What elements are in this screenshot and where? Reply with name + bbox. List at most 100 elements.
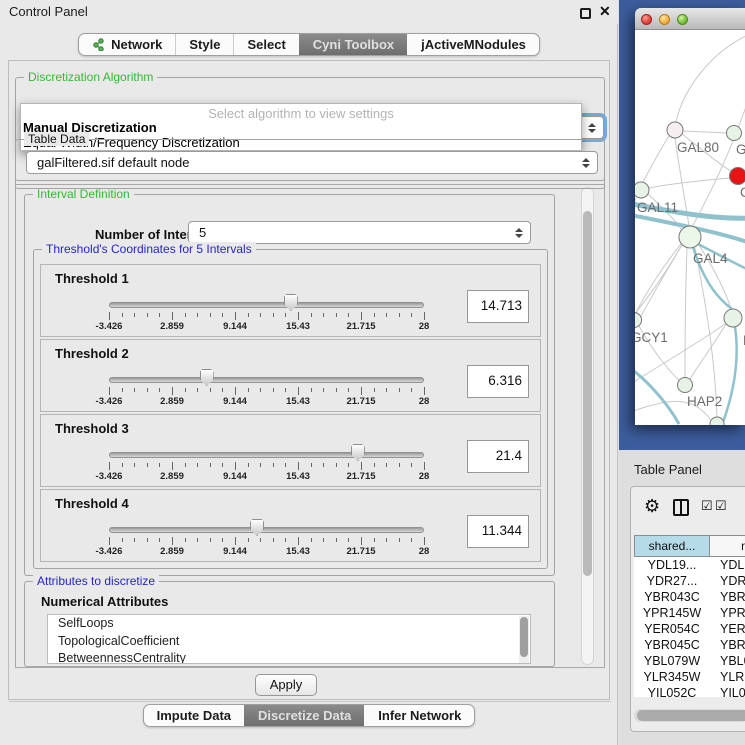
- threshold-1-slider-thumb[interactable]: [284, 294, 298, 311]
- slider-scale-labels: -3.4262.8599.14415.4321.71528: [109, 546, 424, 558]
- table-cell: YER0: [710, 621, 745, 637]
- network-edge[interactable]: [695, 248, 717, 417]
- column-header-shared-name[interactable]: shared...: [634, 535, 710, 557]
- table-data-combobox[interactable]: galFiltered.sif default node: [26, 151, 598, 174]
- gear-icon[interactable]: ⚙: [644, 496, 660, 517]
- tab-infer-network[interactable]: Infer Network: [364, 705, 474, 726]
- network-node[interactable]: [635, 182, 649, 198]
- close-traffic-light-icon[interactable]: [641, 14, 652, 25]
- number-of-intervals-combobox[interactable]: 5: [188, 221, 531, 244]
- network-edge[interactable]: [636, 244, 681, 313]
- float-icon[interactable]: [580, 8, 591, 19]
- checkbox-icon[interactable]: ☑: [701, 498, 713, 514]
- threshold-4-slider-track[interactable]: [109, 527, 424, 533]
- network-node[interactable]: [727, 126, 742, 141]
- threshold-1-value-field[interactable]: 14.713: [467, 290, 529, 323]
- table-row[interactable]: YBL079WYBL0: [634, 653, 745, 669]
- tab-discretize-data[interactable]: Discretize Data: [244, 705, 364, 726]
- list-item[interactable]: TopologicalCoefficient: [48, 633, 530, 651]
- network-window-titlebar[interactable]: [635, 8, 745, 30]
- table-horizontal-scrollbar[interactable]: [634, 709, 745, 722]
- checkbox-icon[interactable]: ☑: [715, 498, 727, 514]
- threshold-3-block: Threshold 3 -3.4262.8599.14415.4321.7152…: [40, 414, 541, 487]
- table-row[interactable]: YIL052CYIL0: [634, 685, 745, 697]
- stepper-icon: [581, 156, 591, 170]
- table-cell: YBR0: [710, 589, 745, 605]
- threshold-4-value-field[interactable]: 11.344: [467, 515, 529, 548]
- threshold-2-slider-thumb[interactable]: [200, 369, 214, 386]
- network-edge[interactable]: [649, 178, 730, 188]
- network-node-label: GAL11: [637, 200, 678, 215]
- list-item[interactable]: SelfLoops: [48, 615, 530, 633]
- network-node[interactable]: [679, 226, 701, 248]
- zoom-traffic-light-icon[interactable]: [677, 14, 688, 25]
- attributes-group: Attributes to discretize Numerical Attri…: [24, 581, 555, 667]
- settings-scrollbar[interactable]: [581, 187, 594, 665]
- tab-jactivemnodules[interactable]: jActiveMNodules: [407, 34, 539, 55]
- tab-label: Cyni Toolbox: [313, 37, 394, 52]
- threshold-1-label: Threshold 1: [55, 271, 129, 286]
- tab-network[interactable]: Network: [79, 34, 175, 55]
- table-row[interactable]: YLR345WYLR3: [634, 669, 745, 685]
- column-header-name[interactable]: n: [710, 535, 745, 557]
- network-edge[interactable]: [683, 131, 727, 133]
- list-scrollbar[interactable]: [519, 616, 529, 664]
- tab-cyni-toolbox[interactable]: Cyni Toolbox: [299, 34, 407, 55]
- split-pane-icon[interactable]: [673, 499, 689, 516]
- table-row[interactable]: YDR27...YDR2: [634, 573, 745, 589]
- minimize-traffic-light-icon[interactable]: [659, 14, 670, 25]
- network-node[interactable]: [724, 309, 742, 327]
- tab-label: Impute Data: [157, 708, 231, 723]
- bottom-tab-group: Impute Data Discretize Data Infer Networ…: [143, 704, 476, 727]
- threshold-3-value-field[interactable]: 21.4: [467, 440, 529, 473]
- threshold-2-value-field[interactable]: 6.316: [467, 365, 529, 398]
- threshold-4-slider-thumb[interactable]: [250, 519, 264, 536]
- table-row[interactable]: YBR043CYBR0: [634, 589, 745, 605]
- threshold-2-slider-track[interactable]: [109, 377, 424, 383]
- thresholds-group-title: Threshold's Coordinates for 5 Intervals: [42, 242, 256, 256]
- stepper-icon: [514, 226, 524, 240]
- settings-scrollbar-thumb[interactable]: [583, 211, 592, 576]
- network-edge[interactable]: [676, 34, 745, 122]
- network-edge[interactable]: [635, 362, 679, 424]
- network-node[interactable]: [678, 378, 693, 393]
- threshold-1-slider-track[interactable]: [109, 302, 424, 308]
- tab-label: Select: [247, 37, 285, 52]
- slider-ticks: [109, 312, 424, 321]
- table-horizontal-scrollbar-thumb[interactable]: [637, 710, 745, 721]
- network-canvas[interactable]: GAL80GACGAL11GAL4GCY1HHAP2: [635, 30, 745, 425]
- network-node-label: GCY1: [635, 330, 668, 345]
- network-node[interactable]: [710, 417, 724, 425]
- tab-impute-data[interactable]: Impute Data: [144, 705, 244, 726]
- threshold-4-label: Threshold 4: [55, 496, 129, 511]
- tab-label: jActiveMNodules: [421, 37, 526, 52]
- threshold-3-slider-thumb[interactable]: [351, 444, 365, 461]
- list-item[interactable]: BetweennessCentrality: [48, 650, 530, 664]
- network-edge[interactable]: [690, 324, 726, 379]
- table-row[interactable]: YBR045CYBR0: [634, 637, 745, 653]
- network-node[interactable]: [667, 122, 683, 138]
- table-cell: YBR0: [710, 637, 745, 653]
- threshold-3-slider-track[interactable]: [109, 452, 424, 458]
- table-row[interactable]: YER054CYER0: [634, 621, 745, 637]
- table-row[interactable]: YPR145WYPR1: [634, 605, 745, 621]
- network-edge[interactable]: [643, 136, 669, 182]
- network-edge[interactable]: [723, 327, 737, 422]
- threshold-2-label: Threshold 2: [55, 346, 129, 361]
- apply-button[interactable]: Apply: [255, 674, 317, 696]
- stepper-icon: [587, 121, 597, 135]
- list-scrollbar-thumb[interactable]: [520, 617, 528, 657]
- network-node-label: HAP2: [687, 394, 722, 409]
- network-node[interactable]: [730, 168, 745, 185]
- table-cell: YLR345W: [634, 669, 710, 685]
- tab-select[interactable]: Select: [233, 34, 298, 55]
- network-node[interactable]: [635, 313, 642, 328]
- numerical-attributes-list[interactable]: SelfLoopsTopologicalCoefficientBetweenne…: [47, 614, 531, 664]
- network-desktop-area: GAL80GACGAL11GAL4GCY1HHAP2: [619, 0, 745, 450]
- tab-label: Style: [189, 37, 220, 52]
- network-edge[interactable]: [685, 248, 687, 377]
- tab-style[interactable]: Style: [175, 34, 233, 55]
- table-row[interactable]: YDL19...YDL1: [634, 557, 745, 573]
- slider-ticks: [109, 462, 424, 471]
- close-icon[interactable]: ✕: [599, 3, 611, 20]
